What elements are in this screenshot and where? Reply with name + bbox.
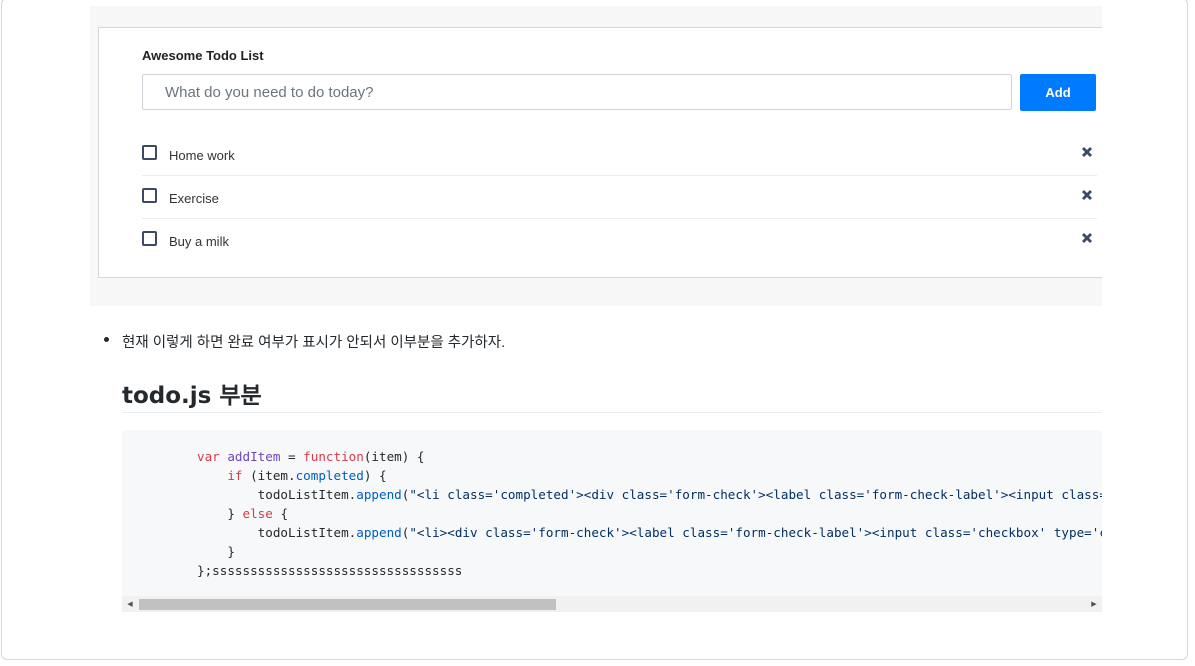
code-token: addItem [227,449,281,464]
todo-item: Buy a milk [142,219,1097,261]
code-token: function [303,449,364,464]
code-token: };sssssssssssssssssssssssssssssssss [197,563,463,578]
scrollbar-thumb[interactable] [139,599,556,610]
code-token: (item) { [363,449,425,464]
code-token: append [356,525,402,540]
code-token: todoListItem. [257,525,357,540]
todo-card: Awesome Todo List Add Home work Exercise [98,27,1102,278]
code-token: else [242,506,273,521]
code-token: todoListItem. [257,487,357,502]
code-token: (item. [242,468,296,483]
remove-x-icon[interactable] [1079,187,1095,203]
todo-label: Buy a milk [169,234,229,249]
code-token: "<li class='completed'><div class='form-… [409,487,1102,502]
add-button[interactable]: Add [1020,74,1096,111]
code-text: var addItem = function(item) { if (item.… [197,447,1102,580]
todo-label: Exercise [169,191,219,206]
code-token: ) { [363,468,387,483]
todo-item: Exercise [142,176,1097,219]
todo-checkbox[interactable] [142,145,157,160]
code-token: { [272,506,289,521]
todo-checkbox[interactable] [142,188,157,203]
code-token: "<li><div class='form-check'><label clas… [409,525,1102,540]
scroll-left-arrow-icon[interactable]: ◀ [122,596,138,612]
code-block: var addItem = function(item) { if (item.… [122,430,1102,612]
code-token: } [227,544,235,559]
section-heading: todo.js 부분 [122,383,262,409]
todo-item: Home work [142,133,1097,176]
code-token: append [356,487,402,502]
todo-title: Awesome Todo List [142,48,264,63]
heading-divider [122,412,1102,413]
bullet-marker [104,337,109,342]
horizontal-scrollbar[interactable]: ◀ ▶ [122,596,1102,612]
remove-x-icon[interactable] [1079,230,1095,246]
todo-input[interactable] [142,74,1012,110]
todo-screenshot: Awesome Todo List Add Home work Exercise [90,6,1102,306]
todo-label: Home work [169,148,235,163]
code-token: var [197,449,220,464]
todo-checkbox[interactable] [142,231,157,246]
scroll-right-arrow-icon[interactable]: ▶ [1086,596,1102,612]
code-token: = [280,449,304,464]
code-token: } [227,506,243,521]
post-content: Awesome Todo List Add Home work Exercise [90,0,1102,666]
todo-list: Home work Exercise Buy a milk [142,133,1097,261]
bullet-text: 현재 이렇게 하면 완료 여부가 표시가 안되서 이부분을 추가하자. [122,335,506,351]
code-token: if [227,468,243,483]
code-token: completed [295,468,364,483]
remove-x-icon[interactable] [1079,144,1095,160]
